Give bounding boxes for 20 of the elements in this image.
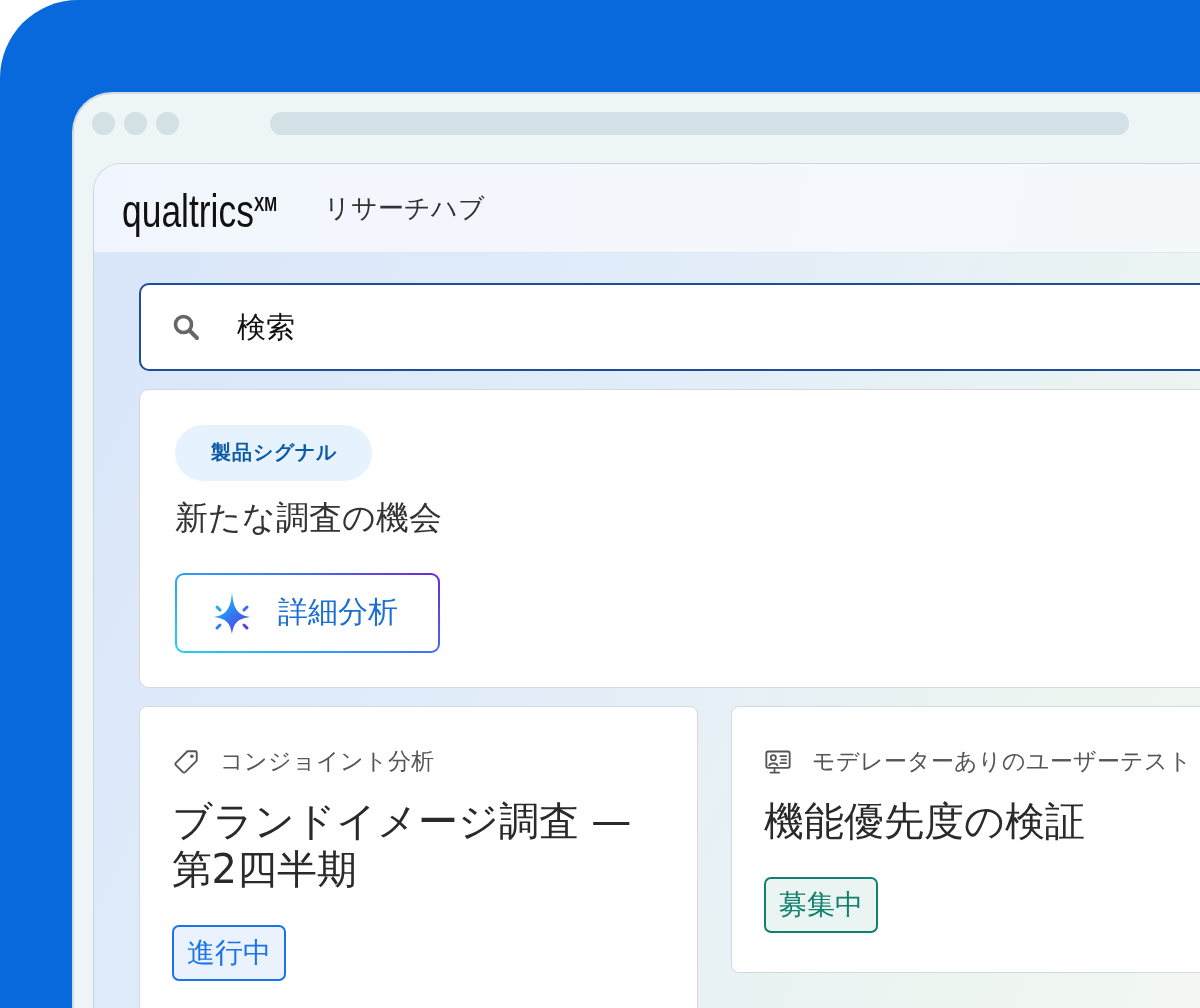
window-control-icon[interactable]	[92, 112, 115, 135]
study-card[interactable]: モデレーターありのユーザーテスト 機能優先度の検証 募集中	[731, 706, 1200, 973]
category-badge: 製品シグナル	[175, 424, 372, 481]
method-label: コンジョイント分析	[219, 747, 434, 776]
status-tag: 進行中	[171, 924, 286, 981]
search-icon	[172, 313, 200, 341]
search-field[interactable]: 検索	[139, 283, 1200, 371]
window-control-icon[interactable]	[156, 112, 179, 135]
window-control-icon[interactable]	[124, 112, 147, 135]
study-title: ブランドイメージ調査 — 第2四半期	[171, 796, 633, 893]
study-title: 機能優先度の検証	[763, 796, 1086, 845]
analysis-button[interactable]: 詳細分析	[175, 572, 440, 653]
card-title: 新たな調査の機会	[175, 497, 442, 538]
address-bar[interactable]	[270, 112, 1129, 135]
search-input[interactable]: 検索	[237, 305, 1200, 349]
section-title: リサーチハブ	[324, 191, 486, 225]
status-tag: 募集中	[763, 876, 878, 933]
method-label: モデレーターありのユーザーテスト	[811, 747, 1192, 776]
logo[interactable]: qualtrics$^{XM}$	[122, 184, 277, 238]
study-card[interactable]: コンジョイント分析 ブランドイメージ調査 — 第2四半期 進行中	[139, 706, 698, 1008]
